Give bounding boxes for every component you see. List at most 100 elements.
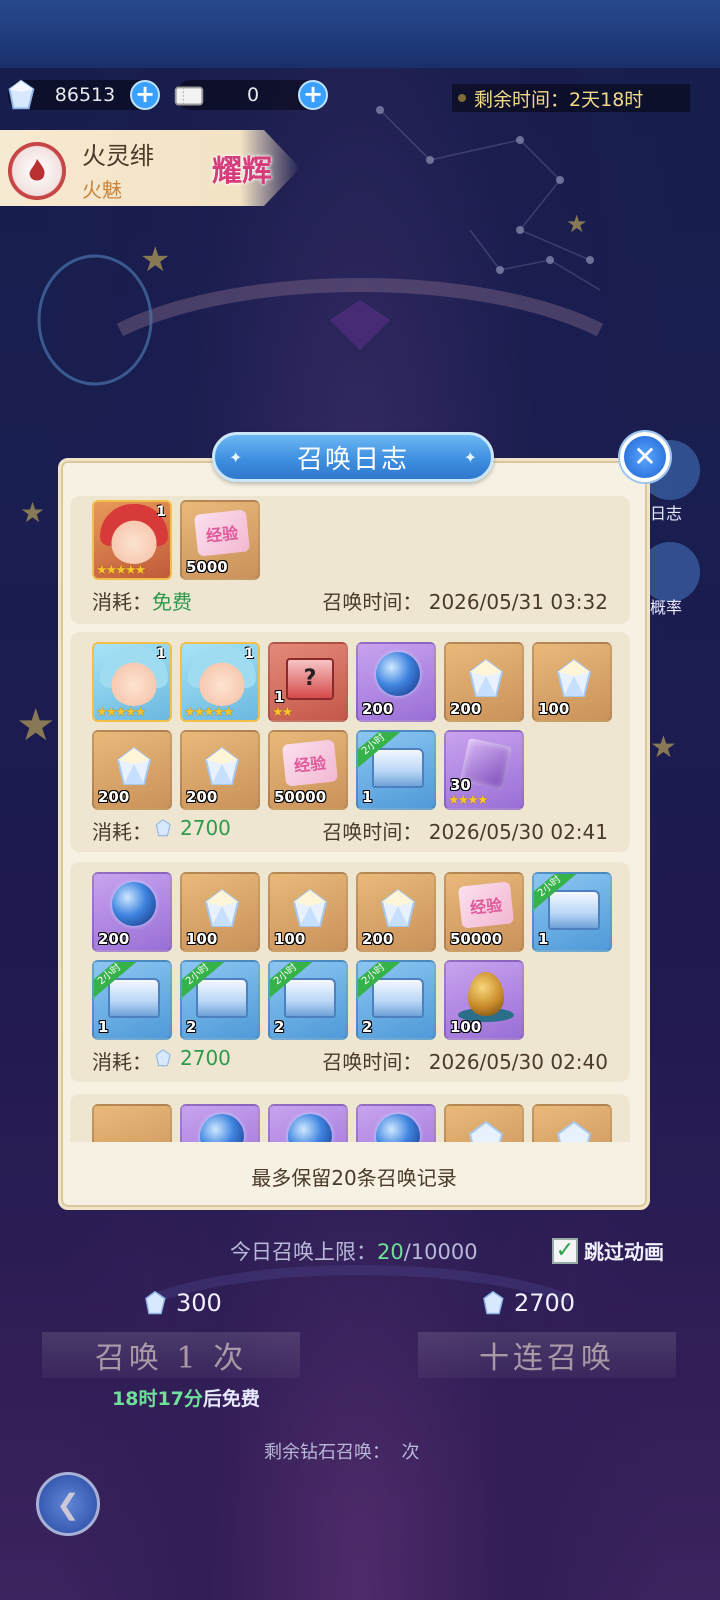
orb-item[interactable]	[180, 1104, 260, 1142]
entry-items-row: 1 ★★★★★ 1 ★★★★★ ? 1 ★★ 200 200 100	[92, 642, 612, 722]
exp-heart-icon: 经验	[193, 509, 251, 557]
character-card[interactable]: 1 ★★★★★	[92, 500, 172, 580]
diamond-remaining-unit: 次	[401, 1442, 420, 1463]
entry-items-row: 2小时 1 2小时 2 2小时 2 2小时 2 100	[92, 960, 524, 1040]
orb-item[interactable]	[356, 1104, 436, 1142]
gem-icon	[8, 79, 35, 110]
summon-time: 2026/05/30 02:41	[428, 820, 608, 844]
crystal-item[interactable]	[444, 1104, 524, 1142]
free-timer-value: 18时17分	[112, 1388, 203, 1410]
cost-value: 2700	[180, 1046, 231, 1070]
treasure-chest-gold-icon	[372, 978, 424, 1018]
entry-meta: 消耗： 2700 召唤时间： 2026/05/30 02:41	[92, 816, 608, 845]
gem-icon	[483, 1290, 504, 1315]
treasure-chest-gold-icon	[196, 978, 248, 1018]
gem-icon	[155, 1049, 171, 1067]
ten-summon-button[interactable]: 十连召唤	[418, 1332, 676, 1378]
exp-heart-icon: 经验	[281, 739, 339, 787]
gem-icon	[145, 1290, 166, 1315]
crystal-orb-icon	[376, 1114, 420, 1142]
ten-summon-cost-value: 2700	[514, 1289, 576, 1317]
log-retention-note: 最多保留20条召唤记录	[251, 1166, 457, 1190]
exp-item[interactable]: 经验 50000	[268, 730, 348, 810]
skip-animation-toggle[interactable]: ✓ 跳过动画	[552, 1236, 664, 1265]
crystal-item[interactable]: 200	[356, 872, 436, 952]
treasure-chest-icon	[548, 890, 600, 930]
back-button[interactable]: ❮	[36, 1472, 100, 1536]
item-count: 50000	[450, 930, 503, 948]
diamond-remaining-label: 剩余钻石召唤：	[264, 1442, 390, 1463]
cost-label: 消耗：	[92, 1050, 152, 1074]
crystal-item[interactable]	[532, 1104, 612, 1142]
cost-label: 消耗：	[92, 590, 152, 614]
item-count: 2	[362, 1018, 373, 1036]
item-count: 1	[538, 930, 549, 948]
summon-log-list[interactable]: 1 ★★★★★ 经验 5000 消耗：免费 召唤时间： 2026/05/31 0…	[70, 490, 638, 1142]
entry-items-row: 200 100 100 200 经验 50000 2小时 1	[92, 872, 612, 952]
character-card[interactable]: 1 ★★★★★	[180, 642, 260, 722]
crystal-item[interactable]: 200	[444, 642, 524, 722]
exp-item[interactable]: 经验 5000	[180, 500, 260, 580]
close-button[interactable]: ✕	[620, 432, 670, 482]
chest-item[interactable]: 2小时 1	[532, 872, 612, 952]
crystal-icon	[204, 888, 240, 927]
crystal-item[interactable]: 200	[92, 730, 172, 810]
orb-item[interactable]: 200	[92, 872, 172, 952]
mystery-box-item[interactable]: ? 1 ★★	[268, 642, 348, 722]
item-count: 100	[274, 930, 306, 948]
entry-items-row: 1 ★★★★★ 经验 5000	[92, 500, 260, 580]
cube-item[interactable]: 30 ★★★★	[444, 730, 524, 810]
crystal-icon	[468, 658, 504, 697]
gold-chest-item[interactable]: 2小时 2	[180, 960, 260, 1040]
summon-time: 2026/05/30 02:40	[428, 1050, 608, 1074]
remaining-time-label: 剩余时间：	[474, 88, 570, 111]
item-count: 2	[274, 1018, 285, 1036]
crystal-orb-icon	[376, 652, 420, 696]
egg-item[interactable]: 100	[444, 960, 524, 1040]
single-summon-cost-value: 300	[176, 1289, 222, 1317]
character-portrait	[196, 654, 248, 706]
exp-item[interactable]: 经验 50000	[444, 872, 524, 952]
character-name: 火灵绯	[82, 142, 154, 170]
time-label: 召唤时间：	[322, 1050, 423, 1074]
crystal-item[interactable]: 100	[268, 872, 348, 952]
treasure-chest-gold-icon	[284, 978, 336, 1018]
crystal-item[interactable]: 100	[180, 872, 260, 952]
daily-summon-limit: 今日召唤上限：20/10000	[230, 1236, 478, 1266]
item-corner-count: 1	[156, 646, 166, 662]
single-summon-button[interactable]: 召唤 1 次	[42, 1332, 300, 1378]
skip-animation-checkbox[interactable]: ✓	[552, 1237, 578, 1264]
character-element: 火魅	[82, 178, 122, 202]
crystal-icon	[556, 1120, 592, 1142]
character-rank-badge: 耀辉	[212, 154, 272, 189]
cost-label: 消耗：	[92, 820, 152, 844]
crystal-item[interactable]: 100	[532, 642, 612, 722]
orb-item[interactable]	[268, 1104, 348, 1142]
item-corner-count: 1	[156, 504, 166, 520]
character-portrait	[108, 512, 160, 564]
item-count: 100	[450, 1018, 482, 1036]
character-card[interactable]: 1 ★★★★★	[92, 642, 172, 722]
time-label: 召唤时间：	[322, 590, 423, 614]
gold-chest-item[interactable]: 2小时 2	[268, 960, 348, 1040]
dialog-title-banner: 召唤日志	[212, 432, 494, 482]
crystal-orb-icon	[112, 882, 156, 926]
diamond-summon-remaining: 剩余钻石召唤： 次	[264, 1438, 419, 1464]
item-count: 200	[98, 788, 130, 806]
golden-egg-icon	[468, 972, 504, 1016]
entry-items-row: 200 200 经验 50000 2小时 1 30 ★★★★	[92, 730, 524, 810]
crystal-icon	[292, 888, 328, 927]
crystal-item[interactable]: 200	[180, 730, 260, 810]
orb-item[interactable]: 200	[356, 642, 436, 722]
crystal-icon	[204, 746, 240, 785]
chest-item[interactable]: 2小时 1	[92, 960, 172, 1040]
chest-item[interactable]: 2小时 1	[356, 730, 436, 810]
item-stars: ★★★★★	[96, 705, 146, 720]
gold-chest-item[interactable]: 2小时 2	[356, 960, 436, 1040]
item-partial[interactable]	[92, 1104, 172, 1142]
add-tickets-button[interactable]: +	[298, 80, 328, 110]
item-count: 30	[450, 776, 471, 794]
item-stars: ★★	[272, 705, 293, 720]
ticket-icon	[174, 86, 204, 106]
add-gems-button[interactable]: +	[130, 80, 160, 110]
